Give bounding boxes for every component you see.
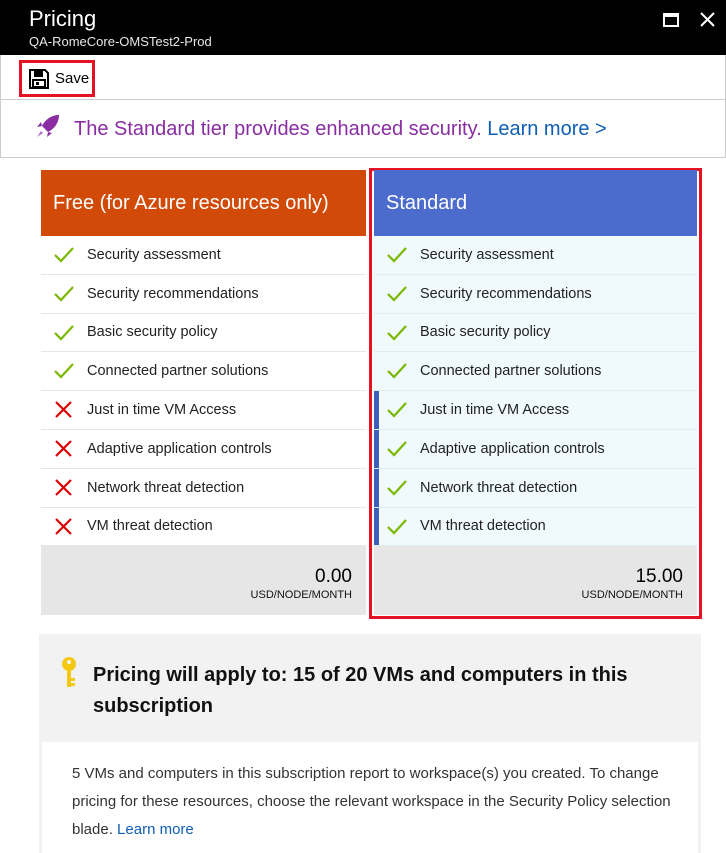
apply-learn-more-link[interactable]: Learn more [117, 821, 194, 838]
checkmark-icon [387, 480, 407, 496]
checkmark-icon [387, 518, 407, 535]
tier-standard-header: Standard [374, 170, 697, 236]
banner-learn-more-link[interactable]: Learn more > [487, 118, 607, 140]
feature-upgrade-indicator [374, 429, 379, 468]
checkmark-icon [54, 363, 74, 379]
feature-label: Security recommendations [87, 285, 259, 302]
checkmark-icon [387, 286, 407, 302]
feature-row: Security recommendations [374, 274, 697, 314]
feature-label: Network threat detection [420, 479, 578, 496]
blade-subtitle: QA-RomeCore-OMSTest2-Prod [29, 34, 212, 49]
title-bar: Pricing QA-RomeCore-OMSTest2-Prod [0, 0, 726, 55]
feature-row: VM threat detection [41, 508, 366, 547]
tier-free-price-box: 0.00 USD/NODE/MONTH [41, 546, 366, 616]
banner-text: The Standard tier provides enhanced secu… [74, 118, 482, 140]
tier-free-card[interactable]: Free (for Azure resources only) Security… [41, 170, 366, 616]
floppy-disk-icon [29, 68, 49, 89]
feature-row: Just in time VM Access [374, 391, 697, 430]
cross-icon [55, 479, 72, 496]
close-icon[interactable] [697, 10, 719, 30]
feature-label: Security recommendations [420, 285, 592, 302]
cross-icon [55, 517, 72, 535]
feature-label: Security assessment [420, 246, 554, 263]
feature-row: Security assessment [41, 236, 366, 275]
maximize-icon[interactable] [660, 10, 682, 30]
checkmark-icon [54, 247, 74, 263]
feature-row: Just in time VM Access [41, 391, 366, 430]
feature-row: Adaptive application controls [374, 429, 697, 469]
checkmark-icon [54, 324, 74, 341]
tier-standard-card[interactable]: Standard Security assessment Security rec… [374, 170, 697, 616]
apply-heading: Pricing will apply to: 15 of 20 VMs and … [93, 664, 628, 717]
feature-label: VM threat detection [420, 518, 546, 535]
tier-standard-unit: USD/NODE/MONTH [581, 589, 683, 602]
feature-row: Network threat detection [374, 468, 697, 508]
cross-icon [55, 401, 72, 418]
rocket-icon [37, 115, 59, 137]
checkmark-icon [387, 402, 407, 418]
feature-row: Basic security policy [41, 314, 366, 353]
checkmark-icon [387, 441, 407, 457]
feature-row: Basic security policy [374, 313, 697, 353]
pricing-apply-panel: Pricing will apply to: 15 of 20 VMs and … [39, 634, 701, 853]
feature-label: Network threat detection [87, 479, 245, 496]
feature-row: VM threat detection [374, 507, 697, 547]
feature-label: Just in time VM Access [420, 402, 570, 419]
feature-label: Adaptive application controls [420, 440, 605, 457]
checkmark-icon [387, 324, 407, 341]
tier-free-header: Free (for Azure resources only) [41, 170, 366, 236]
apply-body-paragraph: 5 VMs and computers in this subscription… [72, 760, 682, 844]
banner-message: The Standard tier provides enhanced secu… [74, 118, 607, 141]
feature-row: Security assessment [374, 236, 697, 275]
feature-label: Adaptive application controls [87, 440, 272, 457]
key-icon [62, 657, 76, 687]
feature-row: Connected partner solutions [41, 352, 366, 392]
feature-label: Just in time VM Access [87, 402, 237, 419]
cross-icon [55, 440, 72, 457]
feature-upgrade-indicator [374, 391, 379, 429]
tier-standard-price: 15.00 [635, 566, 683, 588]
checkmark-icon [54, 286, 74, 302]
tier-free-unit: USD/NODE/MONTH [250, 589, 352, 602]
feature-row: Network threat detection [41, 469, 366, 508]
blade-title: Pricing [29, 6, 97, 31]
checkmark-icon [387, 247, 407, 263]
apply-details: 5 VMs and computers in this subscription… [42, 742, 698, 853]
feature-row: Connected partner solutions [374, 352, 697, 392]
save-label: Save [55, 70, 90, 87]
feature-label: Connected partner solutions [87, 363, 269, 380]
feature-row: Security recommendations [41, 275, 366, 314]
tier-standard-price-box: 15.00 USD/NODE/MONTH [374, 546, 697, 616]
feature-label: Security assessment [87, 246, 221, 263]
feature-label: Connected partner solutions [420, 363, 602, 380]
checkmark-icon [387, 363, 407, 379]
feature-upgrade-indicator [374, 468, 379, 507]
command-bar: Save [0, 55, 726, 100]
feature-label: Basic security policy [87, 324, 218, 341]
feature-row: Adaptive application controls [41, 430, 366, 469]
feature-label: VM threat detection [87, 518, 213, 535]
info-banner: The Standard tier provides enhanced secu… [0, 100, 726, 158]
feature-upgrade-indicator [374, 507, 379, 546]
save-button[interactable]: Save [19, 60, 95, 97]
tier-free-price: 0.00 [315, 566, 352, 588]
feature-label: Basic security policy [420, 324, 551, 341]
